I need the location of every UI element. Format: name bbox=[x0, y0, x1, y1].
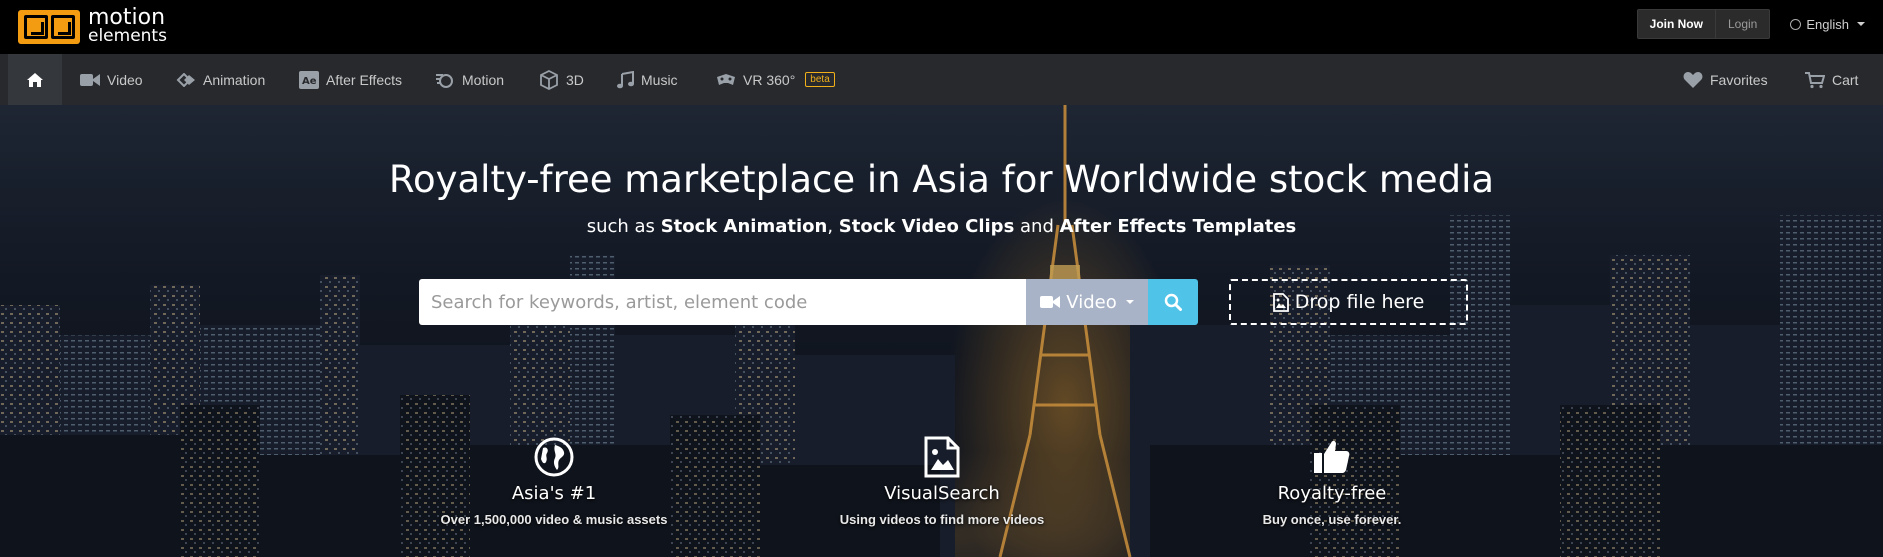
home-icon bbox=[27, 72, 43, 87]
logo-mark-icon bbox=[18, 10, 80, 44]
globe-icon bbox=[534, 437, 574, 477]
nav-item-music[interactable]: Music bbox=[616, 54, 678, 105]
chevron-down-icon bbox=[1857, 22, 1865, 26]
nav-home[interactable] bbox=[8, 54, 62, 105]
heart-icon bbox=[1683, 71, 1703, 88]
nav-favorites[interactable]: Favorites bbox=[1683, 54, 1768, 105]
svg-text:Ae: Ae bbox=[302, 76, 317, 87]
search-button[interactable] bbox=[1148, 279, 1198, 325]
favorites-label: Favorites bbox=[1710, 71, 1768, 88]
logo-text-line1: motion bbox=[88, 5, 166, 30]
search-bar: Video bbox=[419, 279, 1198, 325]
nav-item-label: Video bbox=[107, 71, 143, 88]
video-camera-icon bbox=[80, 73, 100, 86]
feature-description: Over 1,500,000 video & music assets bbox=[440, 512, 668, 527]
media-type-select[interactable]: Video bbox=[1026, 279, 1148, 325]
account-controls: Join Now Login English bbox=[1636, 9, 1865, 39]
hero-link-stock-animation[interactable]: Stock Animation bbox=[661, 216, 828, 237]
search-input[interactable] bbox=[419, 279, 1026, 325]
feature-visualsearch: VisualSearch Using videos to find more v… bbox=[782, 435, 1102, 527]
nav-item-label: VR 360° bbox=[743, 71, 796, 88]
nav-item-vr360[interactable]: VR 360° beta bbox=[716, 54, 835, 105]
chevron-down-icon bbox=[1125, 300, 1134, 304]
join-now-button[interactable]: Join Now bbox=[1636, 9, 1716, 39]
hero-link-stock-video[interactable]: Stock Video Clips bbox=[839, 216, 1015, 237]
nav-item-video[interactable]: Video bbox=[80, 54, 143, 105]
search-icon bbox=[1164, 293, 1182, 311]
after-effects-icon: Ae bbox=[299, 70, 319, 89]
cube-icon bbox=[540, 69, 558, 90]
feature-title: VisualSearch bbox=[884, 483, 1000, 504]
hero-link-after-effects[interactable]: After Effects Templates bbox=[1060, 216, 1297, 237]
hero-section: Royalty-free marketplace in Asia for Wor… bbox=[0, 105, 1883, 557]
logo[interactable]: motion elements bbox=[18, 5, 167, 46]
nav-item-label: 3D bbox=[566, 71, 584, 88]
logo-text: motion elements bbox=[88, 5, 167, 46]
hero-subtitle: such as Stock Animation, Stock Video Cli… bbox=[0, 216, 1883, 237]
animation-icon bbox=[176, 72, 195, 87]
feature-royalty-free: Royalty-free Buy once, use forever. bbox=[1172, 435, 1492, 527]
music-note-icon bbox=[617, 70, 634, 88]
media-type-label: Video bbox=[1066, 291, 1117, 313]
language-selector[interactable]: English bbox=[1790, 17, 1865, 32]
hero-title: Royalty-free marketplace in Asia for Wor… bbox=[388, 158, 1495, 201]
cart-icon bbox=[1805, 71, 1825, 88]
top-bar: motion elements Join Now Login English bbox=[0, 0, 1883, 54]
nav-cart[interactable]: Cart bbox=[1805, 54, 1858, 105]
video-camera-icon bbox=[1040, 296, 1061, 308]
nav-item-3d[interactable]: 3D bbox=[539, 54, 584, 105]
feature-title: Asia's #1 bbox=[511, 483, 597, 504]
thumbs-up-icon bbox=[1314, 440, 1350, 473]
motion-icon bbox=[436, 73, 453, 88]
nav-item-after-effects[interactable]: Ae After Effects bbox=[299, 54, 402, 105]
nav-item-label: After Effects bbox=[326, 71, 402, 88]
nav-item-label: Animation bbox=[203, 71, 266, 88]
feature-description: Using videos to find more videos bbox=[839, 512, 1045, 527]
hero-sub-and: and bbox=[1020, 216, 1054, 237]
main-nav: Video Animation Ae After Effects Motion … bbox=[0, 54, 1883, 105]
feature-title: Royalty-free bbox=[1277, 483, 1387, 504]
feature-description: Buy once, use forever. bbox=[1262, 512, 1402, 527]
login-button[interactable]: Login bbox=[1715, 9, 1771, 39]
hero-sub-separator: , bbox=[827, 216, 834, 237]
feature-asias-number-one: Asia's #1 Over 1,500,000 video & music a… bbox=[394, 435, 714, 527]
language-label: English bbox=[1806, 16, 1849, 32]
hero-sub-prefix: such as bbox=[586, 216, 655, 237]
image-file-icon bbox=[1272, 292, 1289, 312]
cart-label: Cart bbox=[1832, 71, 1859, 88]
beta-badge: beta bbox=[805, 72, 835, 87]
drop-file-zone[interactable]: Drop file here bbox=[1229, 279, 1468, 325]
logo-text-line2: elements bbox=[88, 26, 167, 46]
vr-icon bbox=[717, 73, 735, 85]
globe-icon bbox=[1790, 18, 1802, 30]
nav-item-animation[interactable]: Animation bbox=[176, 54, 265, 105]
nav-item-label: Music bbox=[641, 71, 678, 88]
drop-file-label: Drop file here bbox=[1294, 291, 1425, 313]
nav-item-motion[interactable]: Motion bbox=[435, 54, 504, 105]
nav-item-label: Motion bbox=[462, 71, 505, 88]
image-file-icon bbox=[924, 436, 960, 478]
